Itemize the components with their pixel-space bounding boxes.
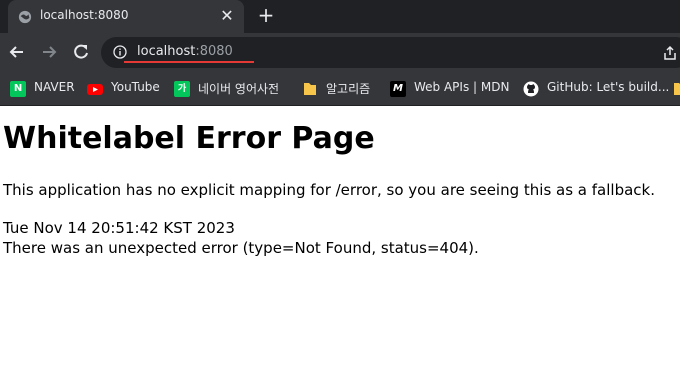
tab-title: localhost:8080: [40, 8, 129, 22]
bookmark-label: YouTube: [111, 80, 160, 94]
globe-icon: [18, 10, 32, 24]
close-icon[interactable]: ✕: [218, 7, 236, 25]
naver-dictionary-icon: 가: [174, 81, 190, 97]
reload-icon[interactable]: [72, 43, 90, 61]
share-icon[interactable]: [662, 45, 678, 61]
error-detail: There was an unexpected error (type=Not …: [3, 239, 479, 257]
url-annotation-underline: [124, 61, 254, 63]
bookmark-label: 알고리즘: [326, 82, 371, 96]
url-host: localhost: [137, 44, 196, 59]
error-message: This application has no explicit mapping…: [3, 181, 655, 199]
mdn-icon: M: [390, 81, 406, 97]
bookmarks-bar: N NAVER YouTube 가 네이버 영어사전 알고리즘 M Web AP…: [0, 72, 680, 106]
url-text[interactable]: localhost:8080: [137, 44, 233, 59]
toolbar: localhost:8080: [0, 33, 680, 72]
page-title: Whitelabel Error Page: [3, 121, 375, 156]
bookmark-label: GitHub: Let's build...: [547, 80, 670, 94]
youtube-icon: [87, 84, 103, 95]
bookmark-label: 네이버 영어사전: [198, 82, 280, 96]
bookmark-label: NAVER: [34, 80, 75, 94]
github-icon: [523, 81, 539, 97]
browser-tab[interactable]: localhost:8080 ✕: [8, 0, 244, 33]
back-arrow-icon[interactable]: [8, 43, 26, 61]
new-tab-icon[interactable]: +: [256, 5, 276, 25]
info-icon[interactable]: [113, 45, 127, 59]
folder-icon: [674, 83, 680, 95]
error-timestamp: Tue Nov 14 20:51:42 KST 2023: [3, 219, 235, 237]
tab-strip: localhost:8080 ✕ +: [0, 0, 680, 33]
url-port: :8080: [195, 44, 233, 59]
address-bar[interactable]: localhost:8080: [101, 37, 680, 68]
naver-icon: N: [10, 81, 26, 97]
folder-icon: [304, 83, 316, 95]
forward-arrow-icon[interactable]: [40, 43, 58, 61]
bookmark-label: Web APIs | MDN: [414, 80, 510, 94]
